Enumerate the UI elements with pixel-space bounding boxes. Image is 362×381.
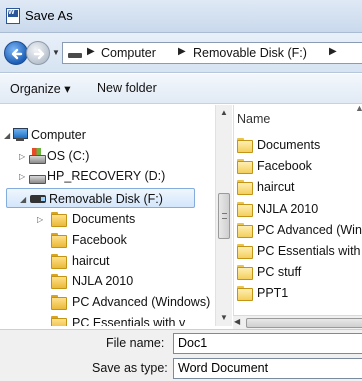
file-item-njla-2010[interactable]: NJLA 2010 <box>234 199 362 219</box>
scroll-left-arrow-icon[interactable]: ◀ <box>234 317 240 326</box>
recent-pages-dropdown[interactable]: ▼ <box>52 48 60 57</box>
column-header-label: Name <box>237 112 271 126</box>
hard-drive-icon <box>29 172 46 184</box>
tree-item-label: Computer <box>31 128 86 142</box>
folder-icon <box>51 295 67 310</box>
tree-item-os-c[interactable]: ▷ OS (C:) <box>0 146 200 166</box>
word-app-icon <box>6 8 20 24</box>
back-button[interactable] <box>4 41 28 65</box>
file-item-label: Documents <box>257 138 321 152</box>
tree-item-removable-disk[interactable]: ◢ Removable Disk (F:) <box>6 188 195 208</box>
computer-icon <box>12 128 28 142</box>
tree-item-documents[interactable]: ▷ Documents <box>0 209 200 229</box>
folder-icon <box>237 286 253 301</box>
file-item-label: PC stuff <box>257 265 302 279</box>
folder-icon <box>237 244 253 259</box>
window-title: Save As <box>25 8 73 23</box>
folder-icon <box>237 265 253 280</box>
folder-icon <box>51 316 67 326</box>
file-item-documents[interactable]: Documents <box>234 135 362 155</box>
tree-item-label: OS (C:) <box>47 149 90 163</box>
navigation-pane: ◢ Computer ▷ OS (C:) ▷ HP_RECOVERY (D:) … <box>0 105 215 326</box>
folder-icon <box>237 138 253 153</box>
tree-item-label: Documents <box>72 212 136 226</box>
file-list-pane: Name ▲ Documents Facebook haircut NJLA 2… <box>233 105 362 315</box>
breadcrumb-separator-icon[interactable]: ▶ <box>329 46 337 57</box>
scrollbar-thumb[interactable] <box>218 193 230 239</box>
folder-icon <box>51 254 67 269</box>
tree-item-njla-2010[interactable]: NJLA 2010 <box>0 271 200 291</box>
forward-button[interactable] <box>26 41 50 65</box>
breadcrumb-separator-icon[interactable]: ▶ <box>87 46 95 57</box>
scroll-down-arrow-icon[interactable]: ▼ <box>216 310 232 326</box>
save-as-type-select[interactable]: Word Document <box>173 358 362 379</box>
save-as-type-value: Word Document <box>178 361 269 375</box>
file-item-pc-stuff[interactable]: PC stuff <box>234 262 362 282</box>
nav-pane-scrollbar[interactable]: ▲ ▼ <box>215 105 232 326</box>
title-bar: Save As <box>0 0 362 33</box>
breadcrumb-removable-disk[interactable]: Removable Disk (F:) <box>193 46 307 60</box>
file-item-ppt1[interactable]: PPT1 <box>234 283 362 303</box>
tree-item-label: HP_RECOVERY (D:) <box>47 169 166 183</box>
file-name-input[interactable]: Doc1 <box>173 333 362 354</box>
file-list-scrollbar[interactable]: ◀ <box>233 315 362 329</box>
arrow-left-icon <box>11 48 23 60</box>
expand-arrow-icon[interactable]: ▷ <box>19 152 25 161</box>
tree-item-label: Removable Disk (F:) <box>49 192 163 206</box>
file-item-facebook[interactable]: Facebook <box>234 156 362 176</box>
file-item-pc-advanced[interactable]: PC Advanced (Windows) <box>234 220 362 240</box>
drive-icon <box>68 53 82 58</box>
tree-item-pc-advanced[interactable]: PC Advanced (Windows) <box>0 292 210 312</box>
file-item-haircut[interactable]: haircut <box>234 177 362 197</box>
folder-icon <box>237 202 253 217</box>
file-item-label: PPT1 <box>257 286 289 300</box>
tree-item-label: NJLA 2010 <box>72 274 134 288</box>
tree-item-haircut[interactable]: haircut <box>0 251 200 271</box>
expand-arrow-icon[interactable]: ◢ <box>4 131 10 140</box>
file-item-label: haircut <box>257 180 295 194</box>
navigation-bar: ▼ ▶ Computer ▶ Removable Disk (F:) ▶ <box>0 33 362 73</box>
file-item-label: NJLA 2010 <box>257 202 319 216</box>
tree-item-pc-essentials[interactable]: PC Essentials with v <box>0 313 200 326</box>
tree-item-label: haircut <box>72 254 110 268</box>
command-toolbar: Organize ▾ New folder <box>0 74 362 104</box>
folder-icon <box>237 223 253 238</box>
tree-item-label: Facebook <box>72 233 127 247</box>
expand-arrow-icon[interactable]: ▷ <box>19 172 25 181</box>
file-name-value: Doc1 <box>178 336 208 350</box>
scroll-up-arrow-icon[interactable]: ▲ <box>216 105 232 121</box>
file-item-label: PC Essentials with v <box>257 244 362 258</box>
new-folder-button[interactable]: New folder <box>97 81 157 95</box>
scrollbar-thumb[interactable] <box>246 318 362 328</box>
save-form: File name: Doc1 Save as type: Word Docum… <box>0 329 362 381</box>
arrow-right-icon <box>33 48 45 60</box>
column-header-name[interactable]: Name ▲ <box>234 105 362 131</box>
folder-icon <box>51 233 67 248</box>
file-item-label: PC Advanced (Windows) <box>257 223 362 237</box>
folder-icon <box>237 159 253 174</box>
grip-icon <box>222 213 227 219</box>
organize-button[interactable]: Organize ▾ <box>10 81 70 96</box>
breadcrumb-separator-icon[interactable]: ▶ <box>178 46 186 57</box>
tree-item-label: PC Essentials with v <box>72 316 186 326</box>
file-item-pc-essentials[interactable]: PC Essentials with v <box>234 241 362 261</box>
expand-arrow-icon[interactable]: ◢ <box>20 195 26 204</box>
save-as-type-label: Save as type: <box>92 361 168 375</box>
address-bar[interactable]: ▶ Computer ▶ Removable Disk (F:) ▶ <box>62 42 362 64</box>
breadcrumb-computer[interactable]: Computer <box>101 46 156 60</box>
tree-item-hp-recovery[interactable]: ▷ HP_RECOVERY (D:) <box>0 166 200 186</box>
expand-arrow-icon[interactable]: ▷ <box>37 215 43 224</box>
tree-item-facebook[interactable]: Facebook <box>0 230 200 250</box>
folder-icon <box>237 180 253 195</box>
tree-item-label: PC Advanced (Windows) <box>72 295 211 309</box>
file-item-label: Facebook <box>257 159 312 173</box>
folder-icon <box>51 274 67 289</box>
folder-icon <box>51 212 67 227</box>
tree-item-computer[interactable]: ◢ Computer <box>0 125 200 145</box>
sort-arrow-icon: ▲ <box>355 105 362 113</box>
usb-drive-icon <box>30 195 46 203</box>
file-name-label: File name: <box>106 336 165 350</box>
windows-drive-icon <box>29 148 46 164</box>
